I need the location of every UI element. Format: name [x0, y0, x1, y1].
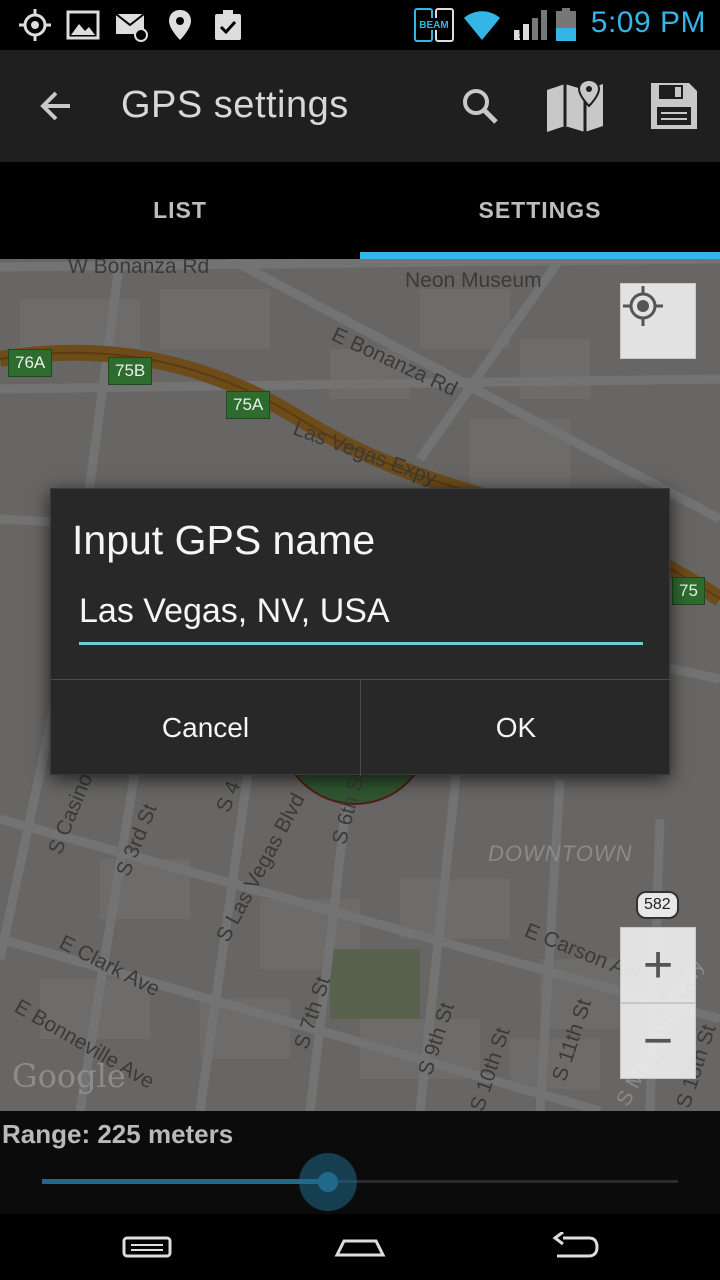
range-label: Range: 225 meters [2, 1119, 234, 1149]
recent-apps-button[interactable] [82, 1214, 212, 1280]
search-button[interactable] [452, 50, 508, 162]
highway-shield: 75 [672, 577, 705, 605]
tab-settings[interactable]: SETTINGS [360, 162, 720, 259]
navigation-bar [0, 1214, 720, 1280]
tab-bar: LIST SETTINGS [0, 162, 720, 259]
recent-apps-icon [122, 1236, 172, 1258]
gps-icon [19, 9, 51, 41]
map-button[interactable] [538, 50, 612, 162]
home-button[interactable] [295, 1214, 425, 1280]
search-icon [463, 89, 498, 124]
beam-icon: BEAM [414, 8, 454, 42]
tab-list[interactable]: LIST [0, 162, 360, 259]
range-panel: Range: 225 meters [0, 1111, 720, 1214]
action-bar: GPS settings [0, 50, 720, 162]
save-icon [651, 83, 697, 129]
home-icon [334, 1239, 386, 1257]
district-label: DOWNTOWN [488, 841, 633, 866]
clipboard-check-icon [215, 10, 241, 40]
my-location-button[interactable] [620, 283, 696, 359]
svg-text:BEAM: BEAM [419, 20, 448, 31]
gps-name-input[interactable] [79, 587, 643, 645]
highway-shield: 75B [108, 357, 153, 385]
back-icon [552, 1232, 599, 1258]
crosshair-icon [623, 286, 663, 326]
wifi-icon [464, 11, 500, 40]
back-arrow-icon [40, 91, 70, 121]
dialog-title: Input GPS name [72, 517, 376, 563]
zoom-in-button[interactable]: + [620, 927, 696, 1003]
range-slider-fill [42, 1179, 329, 1184]
street-label: W Bonanza Rd [68, 259, 210, 278]
signal-icon: ! [514, 10, 547, 41]
cancel-button[interactable]: Cancel [51, 680, 360, 776]
location-pin-icon [169, 10, 191, 40]
clock: 5:09 PM [590, 6, 706, 39]
battery-icon [556, 8, 576, 41]
status-bar: BEAM ! 5:09 PM [0, 0, 720, 50]
ok-button[interactable]: OK [361, 680, 671, 776]
zoom-out-button[interactable]: − [620, 1003, 696, 1079]
back-nav-button[interactable] [510, 1214, 640, 1280]
selected-tab-indicator [360, 252, 720, 259]
gps-name-dialog: Input GPS name Cancel OK [50, 488, 671, 776]
highway-shield: 75A [226, 391, 271, 419]
google-logo: Google [12, 1057, 126, 1095]
route-shield: 582 [636, 891, 679, 919]
highway-shield: 76A [8, 349, 53, 377]
back-button[interactable] [28, 50, 84, 162]
svg-text:!: ! [518, 25, 523, 41]
image-icon [66, 10, 100, 40]
map-icon [547, 78, 603, 132]
page-title: GPS settings [121, 84, 349, 126]
poi-label: Neon Museum [405, 269, 542, 292]
save-button[interactable] [642, 50, 706, 162]
email-icon [115, 13, 148, 42]
